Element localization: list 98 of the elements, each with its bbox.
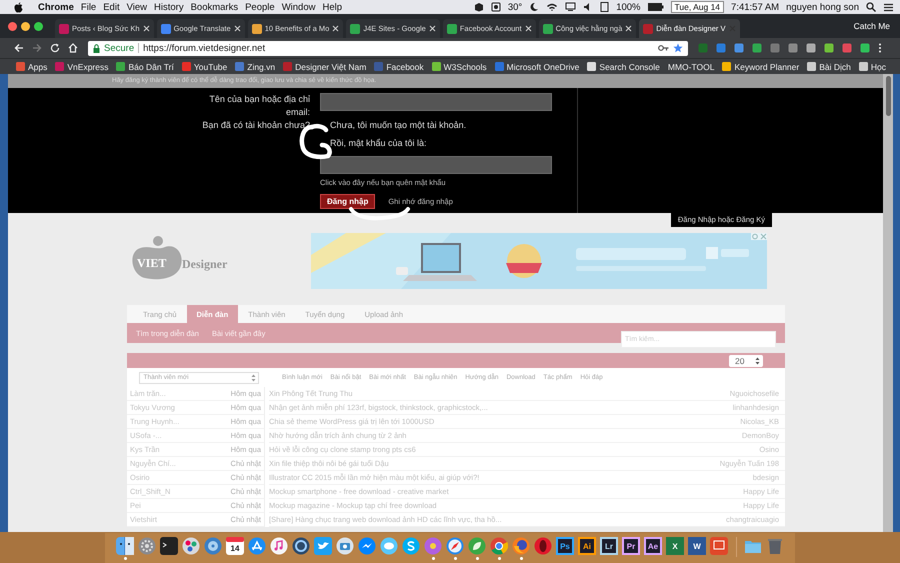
field-label: Tên của bạn hoặc địa chỉ email:	[208, 93, 310, 119]
scrollbar[interactable]	[883, 74, 893, 532]
app-icon[interactable]: Pr	[622, 537, 640, 555]
smiley-icon[interactable]	[116, 537, 134, 555]
disc-icon[interactable]	[204, 537, 222, 555]
bookmark-label: Zing.vn	[247, 62, 276, 72]
menu-item[interactable]: File	[80, 2, 96, 12]
key-icon[interactable]	[658, 44, 669, 52]
bookmark-label: Keyword Planner	[734, 62, 800, 72]
chat-icon[interactable]	[380, 537, 398, 555]
bookmark-link[interactable]: MMO-TOOL	[668, 62, 714, 72]
leaf-icon[interactable]	[468, 537, 486, 555]
annotation-mark	[348, 206, 412, 222]
fox-icon[interactable]	[512, 537, 530, 555]
bookmark-link[interactable]: Apps	[16, 62, 48, 72]
app-icon[interactable]: Ai	[578, 537, 596, 555]
bookmark-link[interactable]: VnExpress	[55, 62, 108, 72]
music-icon[interactable]	[270, 537, 288, 555]
radio-option[interactable]: Chưa, tôi muốn tạo một tài khoản.	[320, 120, 570, 130]
star-icon[interactable]	[673, 43, 683, 53]
search-icon[interactable]	[866, 2, 876, 12]
bookmark-link[interactable]: W3Schools	[432, 62, 487, 72]
chat-bubble-icon[interactable]	[358, 537, 376, 555]
apple-icon[interactable]	[14, 2, 23, 12]
play-icon[interactable]	[292, 537, 310, 555]
field-label: Bạn đã có tài khoản chưa?	[202, 120, 310, 132]
login-button[interactable]: Đăng nhập	[320, 194, 376, 209]
more-icon[interactable]	[878, 43, 882, 53]
bookmark-label: YouTube	[194, 62, 228, 72]
stepper-icon	[755, 356, 760, 364]
profile-button[interactable]: Catch Me	[854, 21, 890, 31]
name-field[interactable]	[320, 93, 552, 111]
calendar-icon[interactable]: 14	[226, 537, 244, 555]
home-icon[interactable]	[68, 43, 78, 53]
bookmark-link[interactable]: Keyword Planner	[722, 62, 800, 72]
appstore-icon[interactable]	[248, 537, 266, 555]
menu-item[interactable]: Bookmarks	[190, 2, 238, 12]
bookmark-label: Facebook	[386, 62, 424, 72]
page-size-select[interactable]: 20	[729, 354, 763, 366]
camera-icon[interactable]	[336, 537, 354, 555]
box-icon[interactable]	[474, 2, 484, 12]
bookmark-link[interactable]: Zing.vn	[235, 62, 276, 72]
stepper-icon	[250, 374, 256, 382]
bookmark-link[interactable]: Search Console	[587, 62, 660, 72]
bookmark-link[interactable]: YouTube	[182, 62, 228, 72]
menu-item[interactable]: Edit	[103, 2, 120, 12]
slides-icon[interactable]	[710, 537, 728, 555]
app-icon[interactable]: W	[688, 537, 706, 555]
date-text[interactable]: Tue, Aug 14	[670, 1, 724, 13]
clock-text[interactable]: 7:41:57 AM	[731, 2, 780, 12]
url-text: https://forum.vietdesigner.net	[143, 42, 266, 54]
bookmark-label: Báo Dân Trí	[128, 62, 174, 72]
compass-icon[interactable]	[446, 537, 464, 555]
app-icon[interactable]: Ae	[644, 537, 662, 555]
doc-icon[interactable]	[600, 2, 610, 12]
chrome-icon[interactable]	[490, 537, 508, 555]
menu-item[interactable]: Window	[282, 2, 316, 12]
film-icon[interactable]	[182, 537, 200, 555]
back-icon[interactable]	[14, 43, 24, 53]
wifi-icon[interactable]	[546, 2, 558, 12]
menu-item[interactable]: Help	[322, 2, 342, 12]
bookmark-label: Search Console	[599, 62, 660, 72]
moon-icon[interactable]	[529, 2, 540, 12]
temperature-text: 30°	[508, 2, 522, 12]
reload-icon[interactable]	[50, 43, 60, 53]
forward-icon[interactable]	[32, 43, 42, 53]
terminal-icon[interactable]	[160, 537, 178, 555]
password-field[interactable]	[320, 156, 552, 174]
ring-icon[interactable]	[534, 537, 552, 555]
bookmark-label: Học	[870, 62, 886, 72]
bookmark-link[interactable]: Bài Dịch	[807, 62, 851, 72]
menu-item[interactable]: History	[154, 2, 184, 12]
chat-icon[interactable]	[402, 537, 420, 555]
bird-icon[interactable]	[314, 537, 332, 555]
battery-icon[interactable]	[648, 3, 664, 11]
monitor-icon[interactable]	[565, 2, 576, 12]
bookmark-label: Bài Dịch	[819, 62, 851, 72]
bookmark-label: W3Schools	[444, 62, 487, 72]
bookmark-label: Apps	[28, 62, 48, 72]
app-icon[interactable]: Lr	[600, 537, 618, 555]
bookmark-link[interactable]: Báo Dân Trí	[116, 62, 174, 72]
gear-icon[interactable]	[138, 537, 156, 555]
battery-text: 100%	[616, 2, 640, 12]
app-icon[interactable]: Ps	[556, 537, 574, 555]
flower-icon[interactable]	[424, 537, 442, 555]
menu-item[interactable]: People	[245, 2, 275, 12]
lock-icon	[93, 44, 100, 52]
menu-icon[interactable]	[883, 2, 894, 12]
radio-option[interactable]: Rồi, mật khẩu của tôi là:	[320, 138, 570, 148]
secure-label: Secure	[104, 42, 134, 54]
user-name[interactable]: nguyen hong son	[786, 2, 859, 12]
bookmark-link[interactable]: Facebook	[374, 62, 424, 72]
bookmark-label: VnExpress	[67, 62, 108, 72]
app-icon[interactable]: X	[666, 537, 684, 555]
address-bar[interactable]: Secure https://forum.vietdesigner.net	[88, 40, 688, 56]
menu-item[interactable]: View	[126, 2, 148, 12]
bookmark-link[interactable]: Học	[858, 62, 886, 72]
app-menu[interactable]: Chrome	[38, 2, 74, 12]
